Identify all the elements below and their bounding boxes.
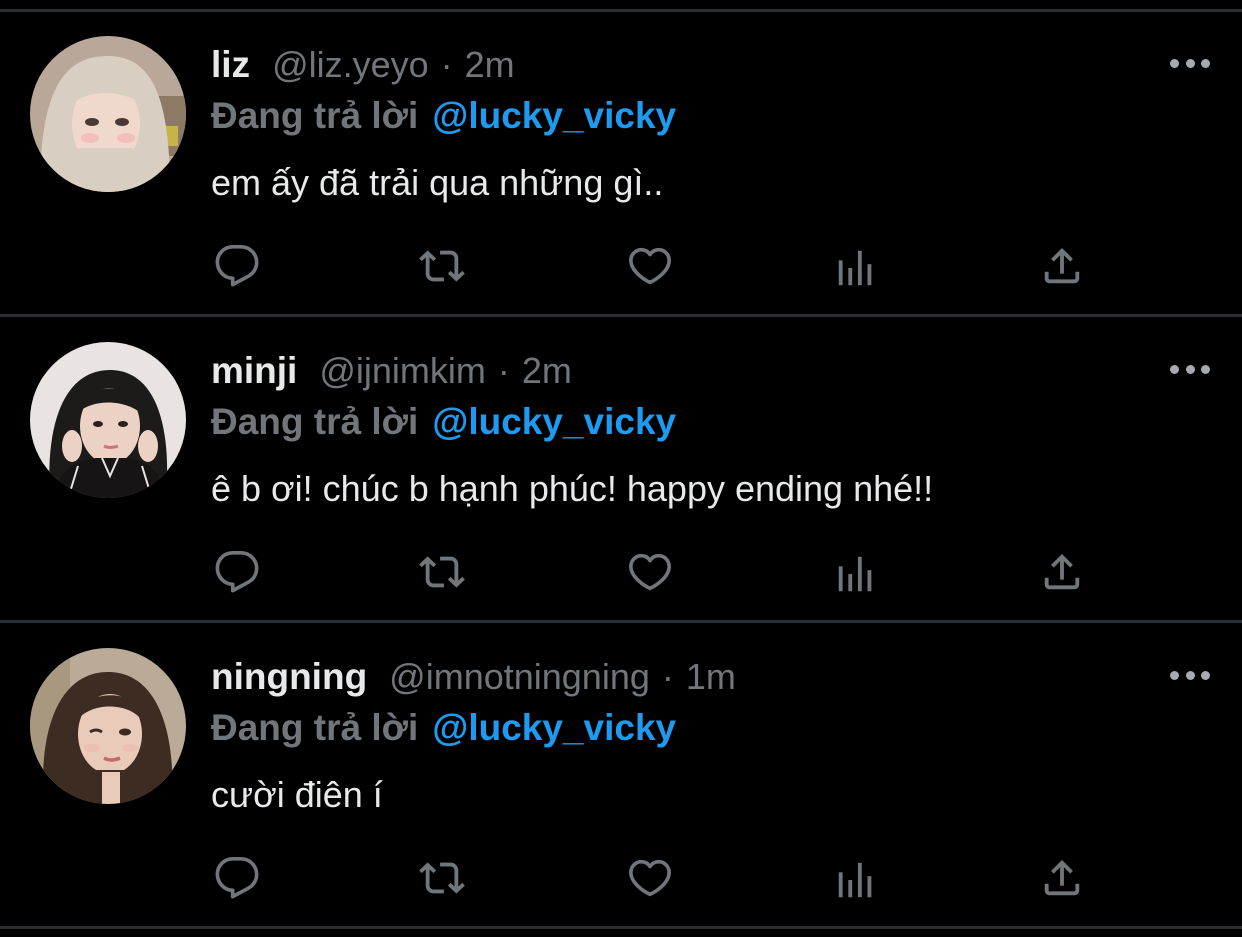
timestamp[interactable]: 1m — [686, 656, 736, 698]
replying-prefix: Đang trả lời — [211, 401, 419, 442]
more-options-button[interactable] — [1170, 665, 1210, 685]
like-icon — [629, 553, 671, 591]
like-button[interactable] — [624, 852, 676, 904]
retweet-icon — [419, 250, 465, 282]
tweet-text: ê b ơi! chúc b hạnh phúc! happy ending n… — [211, 468, 934, 509]
tweet-item[interactable]: minji @ijnimkim · 2m Đang trả lời @lucky… — [0, 306, 1242, 609]
tweet-item[interactable]: liz @liz.yeyo · 2m Đang trả lời @lucky_v… — [0, 0, 1242, 303]
separator-dot: · — [661, 656, 674, 697]
more-icon — [1170, 58, 1179, 68]
avatar[interactable] — [30, 36, 186, 192]
more-options-button[interactable] — [1170, 359, 1210, 379]
more-icon — [1170, 670, 1179, 680]
bottom-divider — [0, 926, 1242, 929]
mention-link[interactable]: @lucky_vicky — [432, 707, 676, 749]
share-button[interactable] — [1036, 852, 1088, 904]
tweet-text: cười điên í — [211, 774, 383, 815]
analytics-button[interactable] — [830, 242, 882, 294]
display-name[interactable]: liz — [211, 44, 250, 86]
reply-icon — [215, 245, 259, 287]
like-icon — [629, 247, 671, 285]
reply-button[interactable] — [211, 546, 263, 598]
timestamp[interactable]: 2m — [522, 350, 572, 392]
share-icon — [1044, 859, 1080, 896]
more-icon — [1170, 364, 1179, 374]
replying-prefix: Đang trả lời — [211, 95, 419, 136]
share-icon — [1044, 553, 1080, 590]
reply-icon — [215, 857, 259, 899]
separator-dot: · — [440, 44, 453, 85]
analytics-button[interactable] — [830, 548, 882, 600]
share-icon — [1044, 247, 1080, 284]
like-icon — [629, 859, 671, 897]
retweet-icon — [419, 862, 465, 894]
share-button[interactable] — [1036, 546, 1088, 598]
analytics-button[interactable] — [830, 854, 882, 906]
reply-icon — [215, 551, 259, 593]
more-options-button[interactable] — [1170, 53, 1210, 73]
tweet-text: em ấy đã trải qua những gì.. — [211, 162, 664, 203]
tweet-item[interactable]: ningning @imnotningning · 1m Đang trả lờ… — [0, 612, 1242, 915]
retweet-icon — [419, 556, 465, 588]
reply-button[interactable] — [211, 240, 263, 292]
retweet-button[interactable] — [416, 546, 468, 598]
mention-link[interactable]: @lucky_vicky — [432, 95, 676, 137]
avatar[interactable] — [30, 648, 186, 804]
share-button[interactable] — [1036, 240, 1088, 292]
display-name[interactable]: minji — [211, 350, 297, 392]
analytics-icon — [838, 556, 872, 592]
retweet-button[interactable] — [416, 240, 468, 292]
reply-button[interactable] — [211, 852, 263, 904]
analytics-icon — [838, 862, 872, 898]
replying-to-line: Đang trả lời @lucky_vicky — [211, 91, 676, 141]
like-button[interactable] — [624, 240, 676, 292]
username[interactable]: @ijnimkim — [319, 350, 486, 392]
replying-prefix: Đang trả lời — [211, 707, 419, 748]
display-name[interactable]: ningning — [211, 656, 367, 698]
like-button[interactable] — [624, 546, 676, 598]
replying-to-line: Đang trả lời @lucky_vicky — [211, 397, 676, 447]
retweet-button[interactable] — [416, 852, 468, 904]
timestamp[interactable]: 2m — [465, 44, 515, 86]
username[interactable]: @imnotningning — [389, 656, 650, 698]
mention-link[interactable]: @lucky_vicky — [432, 401, 676, 443]
separator-dot: · — [497, 350, 510, 391]
username[interactable]: @liz.yeyo — [272, 44, 429, 86]
analytics-icon — [838, 250, 872, 286]
replying-to-line: Đang trả lời @lucky_vicky — [211, 703, 676, 753]
avatar[interactable] — [30, 342, 186, 498]
